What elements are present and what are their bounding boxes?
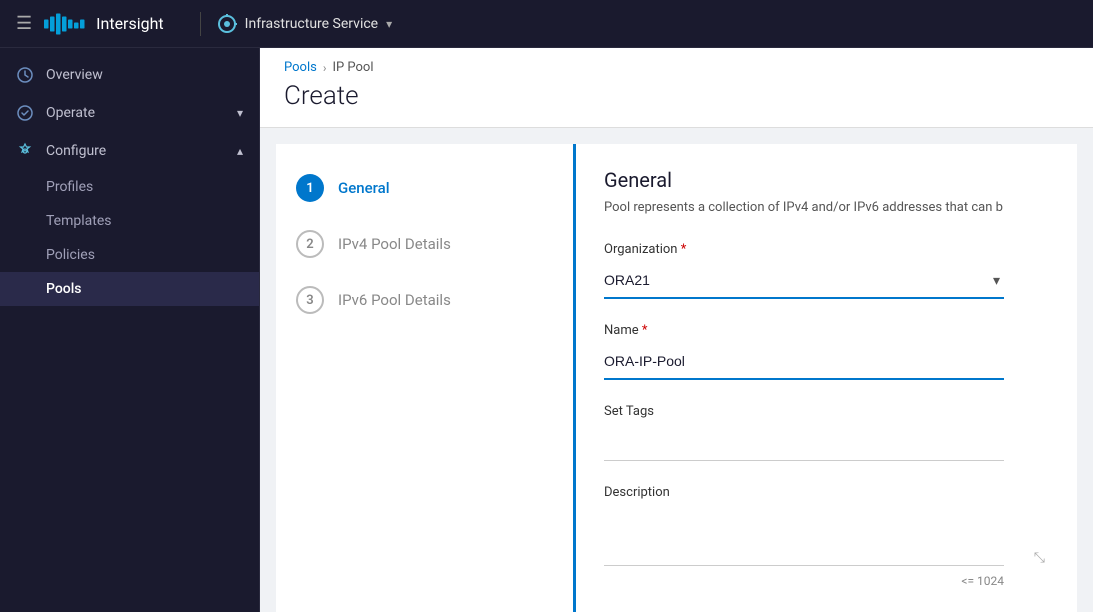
tags-field: Set Tags — [604, 404, 1049, 461]
name-input[interactable] — [604, 344, 1004, 380]
breadcrumb: Pools › IP Pool — [284, 60, 1069, 75]
organization-label: Organization * — [604, 242, 1049, 257]
page-title: Create — [284, 81, 1069, 111]
overview-label: Overview — [46, 67, 103, 83]
breadcrumb-pools[interactable]: Pools — [284, 60, 317, 75]
step-1-number: 1 — [296, 174, 324, 202]
steps-panel: 1 General 2 IPv4 Pool Details 3 IPv6 Poo… — [276, 144, 576, 612]
logo-area: Intersight — [44, 10, 164, 38]
topbar-divider — [200, 12, 201, 36]
form-panel: General Pool represents a collection of … — [576, 144, 1077, 612]
configure-chevron-icon: ▴ — [237, 144, 243, 158]
step-3-label: IPv6 Pool Details — [338, 291, 451, 309]
description-textarea[interactable] — [604, 506, 1004, 566]
sidebar-item-pools[interactable]: Pools — [0, 272, 259, 306]
content-area: Pools › IP Pool Create 1 General 2 — [260, 48, 1093, 612]
breadcrumb-current: IP Pool — [332, 60, 373, 75]
name-field: Name * — [604, 323, 1049, 380]
sidebar-section-configure[interactable]: Configure ▴ — [0, 132, 259, 170]
operate-icon — [16, 104, 34, 122]
step-1[interactable]: 1 General — [276, 160, 573, 216]
tags-input[interactable] — [604, 425, 1004, 461]
step-2-label: IPv4 Pool Details — [338, 235, 451, 253]
operate-label: Operate — [46, 105, 95, 121]
configure-section-left: Configure — [16, 142, 106, 160]
sidebar-item-policies[interactable]: Policies — [0, 238, 259, 272]
description-field: Description ⤡ <= 1024 — [604, 485, 1049, 588]
sidebar: Overview Operate ▾ Configure ▴ — [0, 48, 260, 612]
description-label: Description — [604, 485, 1049, 500]
operate-section-left: Operate — [16, 104, 95, 122]
service-chevron-icon: ▾ — [386, 17, 392, 31]
textarea-resize-icon: ⤡ — [1034, 550, 1045, 566]
page-header: Pools › IP Pool Create — [260, 48, 1093, 128]
tags-label: Set Tags — [604, 404, 1049, 419]
overview-icon — [16, 66, 34, 84]
name-required: * — [642, 323, 648, 338]
organization-select[interactable]: ORA21 — [604, 263, 1004, 299]
sidebar-item-templates[interactable]: Templates — [0, 204, 259, 238]
topbar: ☰ Intersight Infrastructure Service ▾ — [0, 0, 1093, 48]
service-icon — [217, 14, 237, 34]
configure-label: Configure — [46, 143, 106, 159]
breadcrumb-separator: › — [323, 61, 327, 75]
organization-select-wrapper: ORA21 ▾ — [604, 263, 1004, 299]
operate-chevron-icon: ▾ — [237, 106, 243, 120]
brand-label: Intersight — [96, 14, 164, 33]
service-selector[interactable]: Infrastructure Service ▾ — [217, 14, 392, 34]
hamburger-icon[interactable]: ☰ — [16, 13, 32, 34]
form-section-desc: Pool represents a collection of IPv4 and… — [604, 198, 1049, 218]
service-label: Infrastructure Service — [245, 16, 378, 32]
organization-required: * — [681, 242, 687, 257]
sidebar-section-operate[interactable]: Operate ▾ — [0, 94, 259, 132]
form-layout: 1 General 2 IPv4 Pool Details 3 IPv6 Poo… — [260, 128, 1093, 612]
cisco-logo-icon — [44, 10, 86, 38]
description-textarea-wrapper: ⤡ — [604, 506, 1049, 570]
configure-icon — [16, 142, 34, 160]
description-counter: <= 1024 — [604, 574, 1004, 588]
step-3[interactable]: 3 IPv6 Pool Details — [276, 272, 573, 328]
step-2[interactable]: 2 IPv4 Pool Details — [276, 216, 573, 272]
organization-field: Organization * ORA21 ▾ — [604, 242, 1049, 299]
form-section-title: General — [604, 168, 1049, 192]
step-3-number: 3 — [296, 286, 324, 314]
main-layout: Overview Operate ▾ Configure ▴ — [0, 48, 1093, 612]
sidebar-item-overview[interactable]: Overview — [0, 56, 259, 94]
step-1-label: General — [338, 179, 390, 197]
sidebar-item-profiles[interactable]: Profiles — [0, 170, 259, 204]
step-2-number: 2 — [296, 230, 324, 258]
name-label: Name * — [604, 323, 1049, 338]
